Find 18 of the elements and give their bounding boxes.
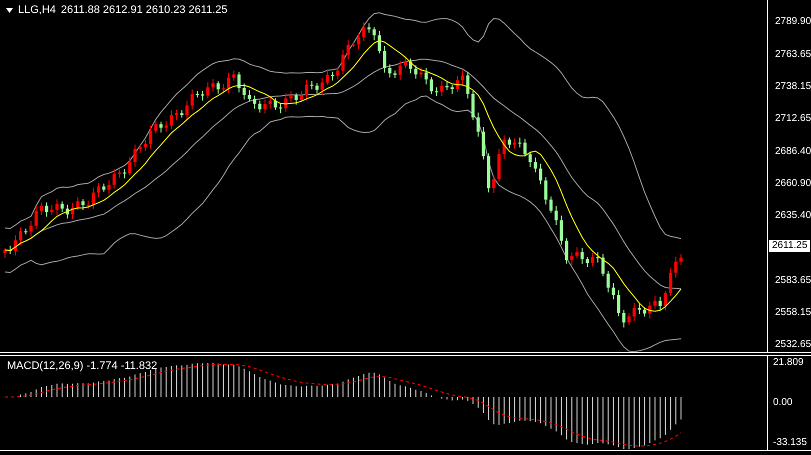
macd-axis-label: -33.135 bbox=[773, 438, 808, 448]
price-axis-label: 2558.15 bbox=[775, 308, 811, 318]
macd-axis-label: 21.809 bbox=[773, 358, 805, 368]
price-axis-label: 2712.65 bbox=[775, 114, 811, 124]
symbol-label: LLG,H4 bbox=[18, 5, 56, 16]
price-axis-label: 2532.65 bbox=[775, 340, 811, 350]
price-axis-label: 2686.40 bbox=[775, 146, 811, 157]
price-axis-label: 2635.40 bbox=[775, 210, 811, 221]
triangle-icon[interactable] bbox=[6, 8, 13, 13]
price-axis-label: 2583.65 bbox=[775, 276, 811, 286]
macd-axis-label: 0.00 bbox=[773, 398, 794, 408]
macd-label: MACD(12,26,9) -1.774 -11.832 bbox=[7, 361, 158, 372]
ohlc-values: 2611.88 2612.91 2610.23 2611.25 bbox=[60, 5, 228, 16]
price-axis-label: 2738.15 bbox=[775, 82, 811, 92]
price-axis-label: 2789.90 bbox=[775, 17, 811, 27]
price-axis-label: 2660.90 bbox=[775, 178, 811, 189]
price-axis-label: 2763.65 bbox=[775, 50, 811, 60]
current-price-tag: 2611.25 bbox=[769, 240, 810, 252]
